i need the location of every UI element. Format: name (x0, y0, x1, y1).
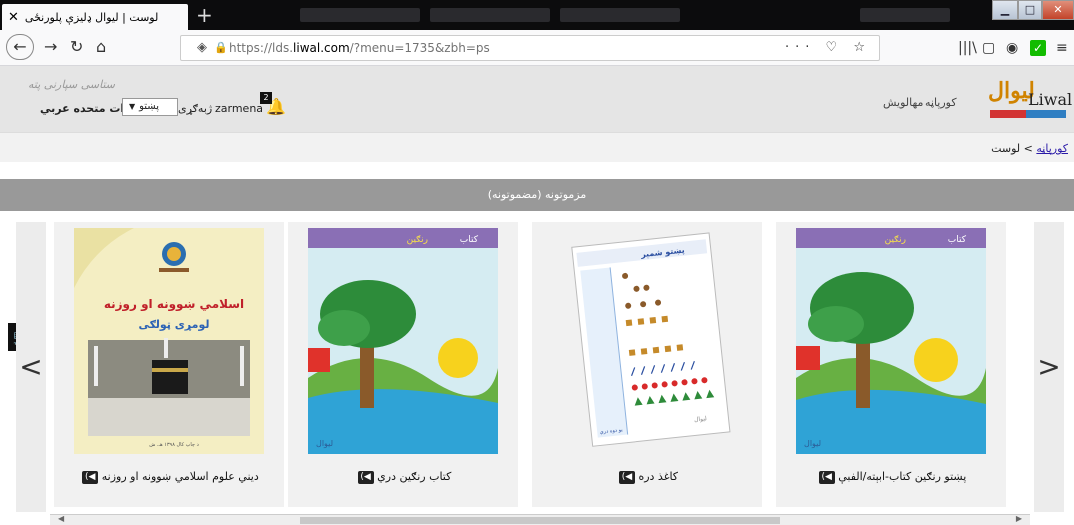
library-icon[interactable]: |||\ (958, 39, 977, 57)
book-cover-dari[interactable]: کتاب رنګین لیوال (308, 228, 498, 454)
logo-english: Liwal (1028, 90, 1073, 109)
background-tab[interactable] (560, 8, 680, 22)
cover-subheading: لومړی ټولګی (139, 318, 210, 331)
extension-icon[interactable]: ✓ (1030, 40, 1046, 56)
scroll-left-icon[interactable]: ◀ (58, 514, 64, 523)
product-card[interactable]: کتاب رنګین لیوال پښتو رنګین کتاب-ابېته/ا… (776, 222, 1006, 507)
breadcrumb-separator: > (1023, 142, 1033, 155)
minimize-button[interactable]: ▁ (992, 0, 1018, 20)
menu-icon[interactable]: ≡ (1056, 39, 1068, 57)
product-carousel: < اسلامي ښوونه او روزنه لومړی ټولګی د چا… (16, 222, 1064, 512)
scroll-right-icon[interactable]: ▶ (1016, 514, 1022, 523)
scrollbar-thumb[interactable] (300, 517, 780, 524)
book-cover-numbers[interactable]: پښتو شمېر یو دوه درې لیوال (552, 228, 742, 454)
browser-tab[interactable]: لوست | لیوال ډلیزې پلورنځی ✕ (2, 4, 188, 30)
language-select[interactable]: ▼ پښتو (122, 98, 178, 116)
nav-home[interactable]: کورپاڼه (925, 96, 957, 109)
url-suffix: /?menu=1735&zbh=ps (349, 41, 490, 55)
forward-button[interactable]: → (44, 36, 57, 58)
url-bar[interactable]: ◈ 🔒 https://lds.liwal.com/?menu=1735&zbh… (180, 35, 880, 61)
tab-title: لوست | لیوال ډلیزې پلورنځی (24, 10, 159, 24)
cover-art-alphabet: کتاب رنګین لیوال (796, 228, 986, 454)
cover-art-islamic: اسلامي ښوونه او روزنه لومړی ټولګی د چاپ … (74, 228, 264, 454)
language-label: ژبه‌ګړی (178, 102, 213, 115)
product-title-text: دیني علوم اسلامي ښوونه او روزنه (101, 470, 259, 483)
reload-button[interactable]: ↻ (70, 36, 83, 58)
cover-heading: اسلامي ښوونه او روزنه (104, 297, 244, 312)
url-domain: liwal.com (293, 41, 350, 55)
maximize-button[interactable]: □ (1018, 0, 1042, 20)
breadcrumb-bar: کورپاڼه > لوست (0, 132, 1074, 162)
speaker-icon[interactable]: ◀) (618, 470, 635, 484)
cover-heading: کتاب (948, 235, 967, 245)
new-tab-button[interactable]: + (196, 5, 213, 25)
book-cover-islamic[interactable]: اسلامي ښوونه او روزنه لومړی ټولګی د چاپ … (74, 228, 264, 454)
carousel-next-button[interactable]: > (1034, 222, 1064, 512)
breadcrumb: کورپاڼه > لوست (991, 142, 1068, 155)
speaker-icon[interactable]: ◀) (357, 470, 374, 484)
home-icon[interactable]: ⌂ (96, 36, 106, 58)
carousel-prev-button[interactable]: < (16, 222, 46, 512)
cover-note: لیوال (694, 415, 708, 423)
slogan: ستاسی سپارنی پته (28, 78, 115, 91)
sidebar-icon[interactable]: ▢ (982, 39, 995, 57)
cover-note: لیوال (804, 439, 821, 448)
product-card[interactable]: کتاب رنګین لیوال کتاب رنګين دري ◀) (288, 222, 518, 507)
product-card[interactable]: پښتو شمېر یو دوه درې لیوال کاغذ دره ◀) (532, 222, 762, 507)
window-close-button[interactable]: ✕ (1042, 0, 1074, 20)
product-card[interactable]: اسلامي ښوونه او روزنه لومړی ټولګی د چاپ … (54, 222, 284, 507)
section-title: مزموتونه (مضموتونه) (0, 179, 1074, 211)
lock-icon[interactable]: 🔒 (214, 36, 228, 60)
breadcrumb-current: لوست (991, 142, 1021, 155)
horizontal-scrollbar[interactable]: ◀ ▶ (50, 514, 1030, 525)
product-title[interactable]: پښتو رنګین کتاب-ابېته/الفبې ◀) (776, 470, 1006, 484)
cover-subheading: رنګین (407, 235, 428, 245)
background-tab[interactable] (860, 8, 950, 22)
breadcrumb-home[interactable]: کورپاڼه (1036, 142, 1068, 155)
speaker-icon[interactable]: ◀) (82, 470, 99, 484)
nav-schedule[interactable]: مهالویش (883, 96, 923, 109)
cover-heading: کتاب (460, 235, 479, 245)
browser-tab-bar: لوست | لیوال ډلیزې پلورنځی ✕ + ▁ □ ✕ (0, 0, 1074, 30)
page-actions[interactable]: ··· ♡ ☆ (785, 36, 871, 60)
book-cover-alphabet[interactable]: کتاب رنګین لیوال (796, 228, 986, 454)
cover-art-dari: کتاب رنګین لیوال (308, 228, 498, 454)
username-link[interactable]: zarmena (215, 102, 263, 115)
product-title-text: کتاب رنګين دري (377, 470, 452, 483)
tracking-shield-icon[interactable]: ◈ (197, 36, 207, 60)
cover-note: د چاپ کال ۱۳۹۸ هـ. ش (149, 442, 199, 448)
product-title[interactable]: دیني علوم اسلامي ښوونه او روزنه ◀) (54, 470, 284, 484)
speaker-icon[interactable]: ◀) (818, 470, 835, 484)
notification-badge: 2 (260, 92, 272, 104)
product-title-text: پښتو رنګین کتاب-ابېته/الفبې (838, 470, 967, 483)
background-tab[interactable] (300, 8, 420, 22)
site-logo[interactable]: لیوال Liwal (988, 76, 1072, 122)
site-header: ستاسی سپارنی پته امارات متحده عربي ▼ پښت… (0, 66, 1074, 132)
cover-subheading: رنګین (885, 235, 906, 245)
cover-art-numbers: پښتو شمېر یو دوه درې لیوال (552, 228, 742, 454)
browser-nav-bar: ← → ↻ ⌂ ◈ 🔒 https://lds.liwal.com/?menu=… (0, 30, 1074, 66)
language-value: پښتو (139, 101, 159, 112)
background-tab[interactable] (430, 8, 550, 22)
product-title-text: کاغذ دره (638, 470, 679, 483)
product-title[interactable]: کاغذ دره ◀) (532, 470, 762, 484)
cover-note: لیوال (316, 439, 333, 448)
logo-band-red (990, 110, 1026, 118)
chevron-down-icon: ▼ (129, 102, 136, 111)
product-title[interactable]: کتاب رنګين دري ◀) (288, 470, 518, 484)
url-prefix: https://lds. (229, 41, 294, 55)
account-icon[interactable]: ◉ (1006, 39, 1018, 57)
back-button[interactable]: ← (6, 34, 34, 60)
tab-close-icon[interactable]: ✕ (8, 10, 19, 25)
